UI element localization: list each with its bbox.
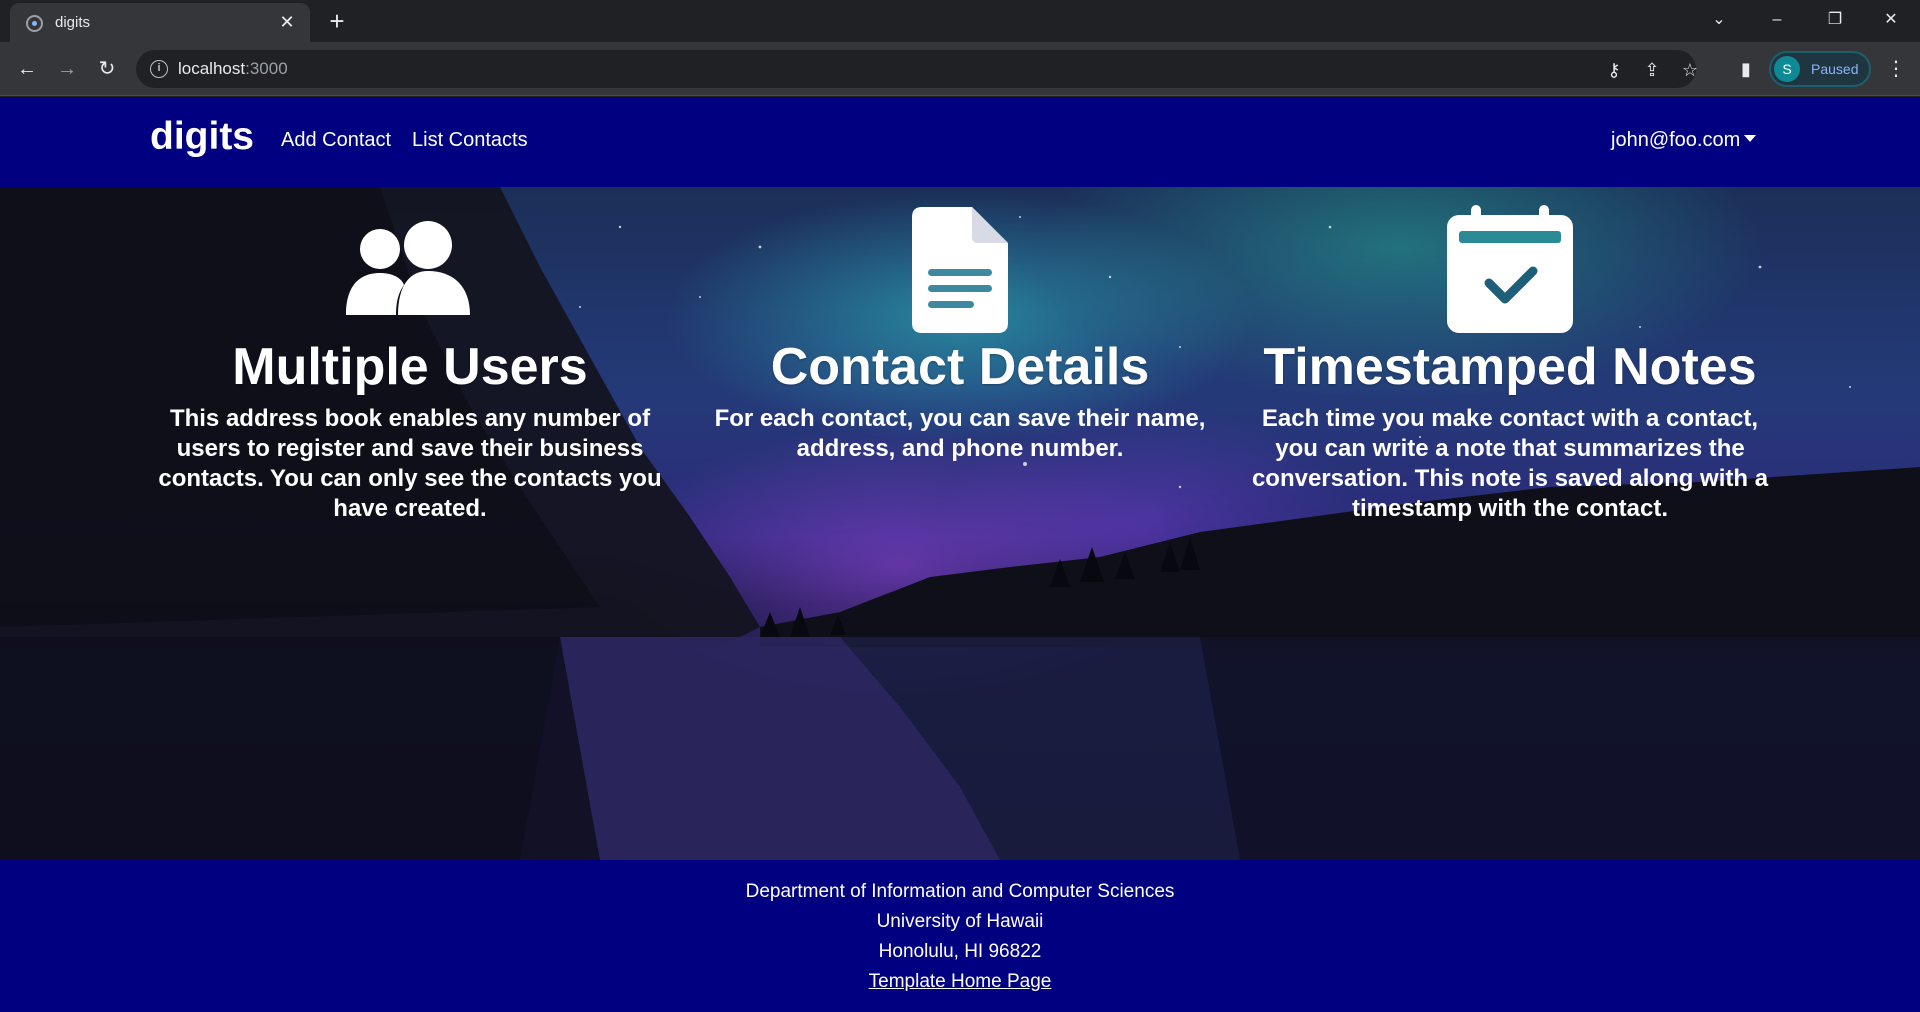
feature-multiple-users: Multiple Users This address book enables… [150,187,670,527]
template-home-link[interactable]: Template Home Page [869,971,1052,992]
web-page: digits Add Contact List Contacts john@fo… [0,97,1920,1012]
footer-university: University of Hawaii [876,911,1044,932]
avatar: S [1774,56,1800,82]
profile-button[interactable]: S Paused [1769,51,1871,87]
close-tab-icon[interactable]: ✕ [276,11,298,33]
footer-department: Department of Information and Computer S… [745,881,1175,902]
user-email: john@foo.com [1611,129,1741,151]
address-bar[interactable]: i localhost:3000 ⚷ ⇪ ☆ [136,50,1698,88]
minimize-button[interactable]: – [1748,0,1806,40]
browser-menu-icon[interactable]: ⋮ [1884,56,1908,82]
reload-button[interactable]: ↻ [91,53,123,85]
tab-title: digits [55,14,91,31]
share-icon[interactable]: ⇪ [1640,58,1664,82]
brand-logo[interactable]: digits [150,115,254,159]
side-panel-icon[interactable]: ▮ [1733,56,1759,82]
bookmark-star-icon[interactable]: ☆ [1678,58,1702,82]
favicon-icon [26,15,43,32]
nav-list-contacts[interactable]: List Contacts [412,129,528,152]
feature-title: Contact Details [770,338,1150,396]
site-info-icon[interactable]: i [150,60,168,78]
caret-down-icon [1744,135,1757,142]
browser-toolbar: ← → ↻ i localhost:3000 ⚷ ⇪ ☆ ▮ S Paused … [0,42,1920,96]
hero-section: Multiple Users This address book enables… [0,187,1920,860]
new-tab-button[interactable]: + [322,6,352,36]
close-window-button[interactable]: ✕ [1862,0,1920,40]
feature-description: Each time you make contact with a contac… [1251,405,1769,522]
user-dropdown[interactable]: john@foo.com [1611,129,1757,152]
forward-button[interactable]: → [51,53,83,85]
footer-address: Honolulu, HI 96822 [878,941,1042,962]
feature-title: Timestamped Notes [1263,338,1757,396]
key-icon[interactable]: ⚷ [1602,58,1626,82]
users-icon [346,221,470,315]
feature-title: Multiple Users [232,338,588,396]
feature-timestamped-notes: Timestamped Notes Each time you make con… [1250,187,1770,527]
tab-search-icon[interactable]: ⌄ [1690,0,1748,40]
site-navbar: digits Add Contact List Contacts john@fo… [0,97,1920,187]
feature-contact-details: Contact Details For each contact, you ca… [700,187,1220,527]
site-footer: Department of Information and Computer S… [0,860,1920,1012]
calendar-check-icon [1447,205,1573,333]
url-text: localhost:3000 [178,59,288,78]
file-icon [912,207,1008,333]
back-button[interactable]: ← [11,53,43,85]
browser-tab[interactable]: digits ✕ [10,3,310,42]
feature-description: For each contact, you can save their nam… [714,405,1206,462]
profile-status: Paused [1811,61,1859,77]
restore-button[interactable]: ❐ [1806,0,1864,40]
feature-description: This address book enables any number of … [158,405,662,522]
nav-add-contact[interactable]: Add Contact [281,129,391,152]
browser-tab-bar: digits ✕ + ⌄ – ❐ ✕ [0,0,1920,42]
